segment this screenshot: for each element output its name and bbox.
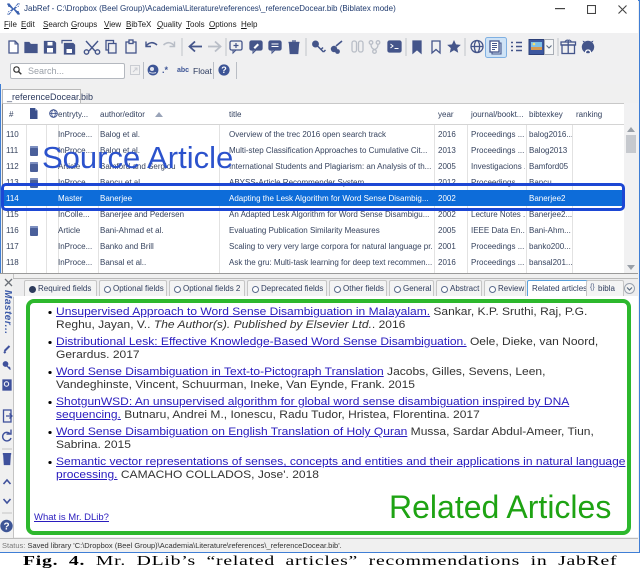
svg-text:?: ?	[3, 522, 9, 533]
svg-text:?: ?	[221, 65, 227, 75]
